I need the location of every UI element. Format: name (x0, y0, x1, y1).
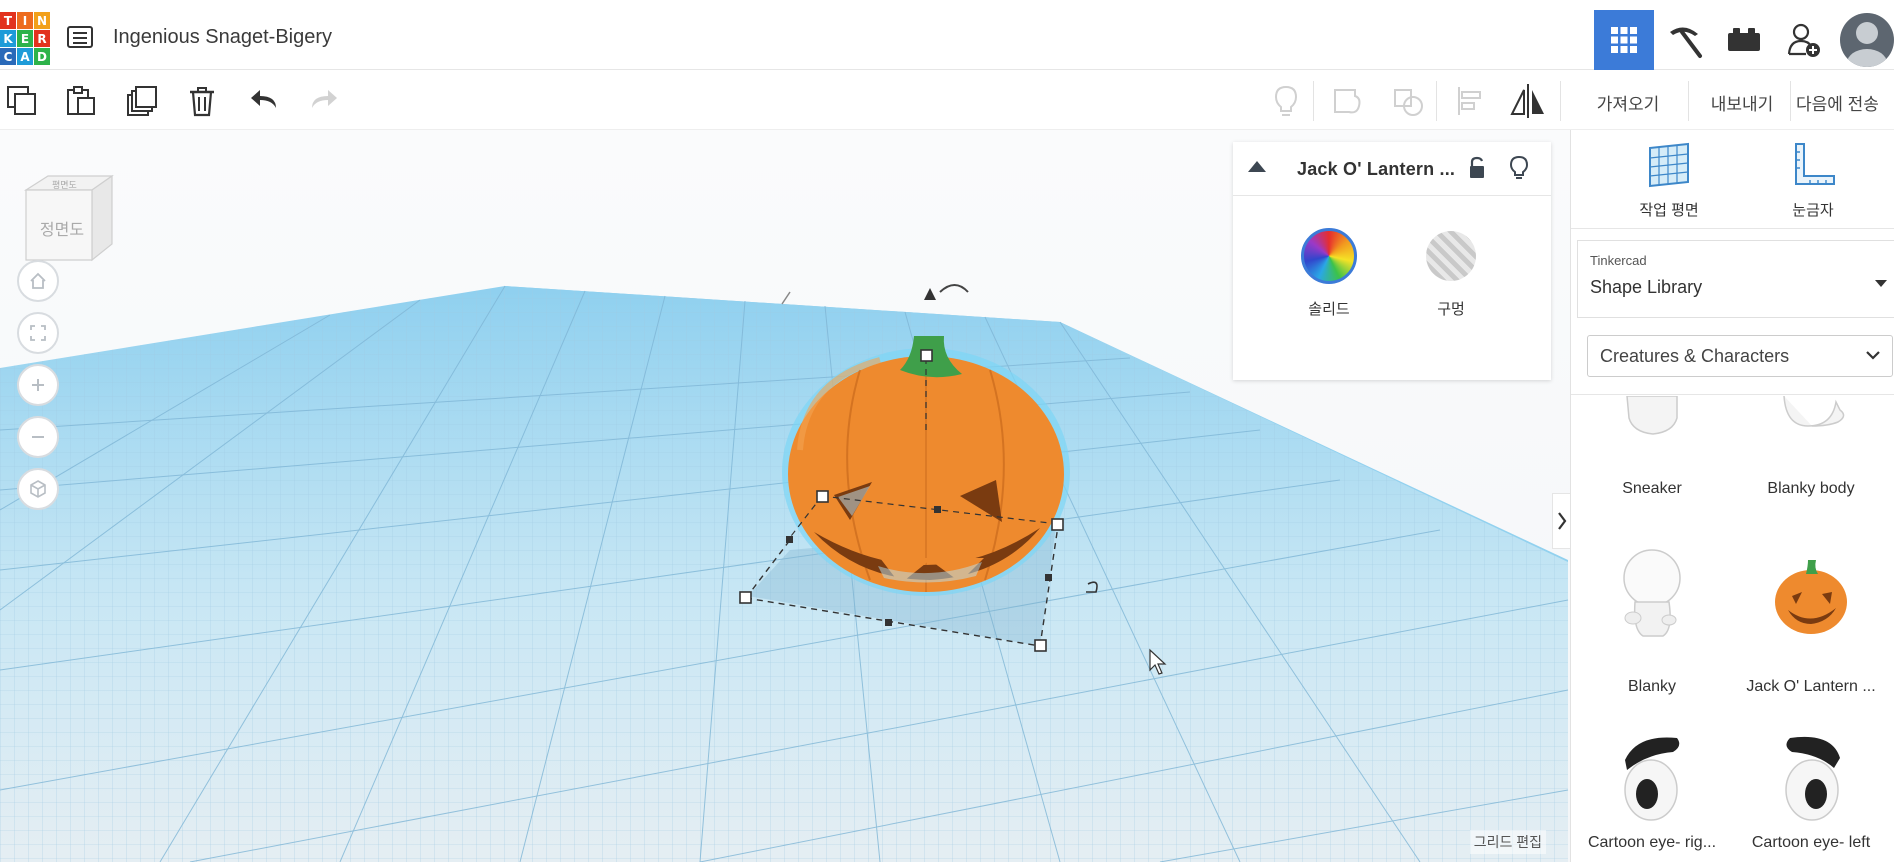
inspector-header: Jack O' Lantern ... (1233, 142, 1551, 196)
bricks-icon[interactable] (1714, 10, 1774, 70)
view-cube-top-label: 평면도 (52, 180, 77, 190)
top-nav (1594, 10, 1894, 70)
ruler-icon (1795, 143, 1835, 185)
shape-label: Sneaker (1622, 480, 1682, 497)
logo-letter: D (34, 48, 50, 65)
edit-toolbar: 가져오기 내보내기 다음에 전송 (0, 71, 1894, 130)
toolbar-divider (1688, 81, 1689, 121)
copy-icon[interactable] (2, 81, 42, 121)
logo-letter: T (0, 12, 16, 29)
mirror-icon[interactable] (1508, 81, 1548, 121)
ruler-tool[interactable]: 눈금자 (1753, 142, 1873, 220)
fit-view-button[interactable] (17, 312, 59, 354)
lightbulb-icon[interactable] (1509, 155, 1529, 186)
avatar[interactable] (1840, 13, 1894, 67)
library-provider: Tinkercad (1590, 253, 1647, 268)
solid-label: 솔리드 (1308, 301, 1350, 318)
shape-item-jack-o-lantern[interactable]: Jack O' Lantern ... (1736, 538, 1886, 718)
group-icon[interactable] (1328, 81, 1368, 121)
align-icon[interactable] (1451, 81, 1491, 121)
redo-icon[interactable] (303, 81, 343, 121)
shape-label: Cartoon eye- rig... (1587, 834, 1717, 851)
send-to-button[interactable]: 다음에 전송 (1796, 85, 1894, 119)
ruler-label: 눈금자 (1792, 202, 1834, 219)
cartoon-eye-left-shape (1785, 736, 1840, 821)
edit-grid-button[interactable]: 그리드 편집 (1469, 830, 1546, 854)
shape-item-blanky[interactable]: Blanky (1577, 538, 1727, 718)
view-cube[interactable]: 평면도 정면도 (20, 168, 116, 264)
delete-icon[interactable] (182, 81, 222, 121)
view-cube-front-label: 정면도 (39, 222, 85, 239)
hole-swatch[interactable] (1426, 231, 1476, 281)
shape-label: Jack O' Lantern ... (1746, 678, 1876, 695)
logo-letter: A (17, 48, 33, 65)
workplane-label: 작업 평면 (1639, 202, 1699, 219)
panel-divider (1571, 394, 1894, 395)
home-view-button[interactable] (17, 260, 59, 302)
import-button[interactable]: 가져오기 (1580, 85, 1676, 119)
duplicate-icon[interactable] (122, 81, 162, 121)
inspector-title: Jack O' Lantern ... (1297, 159, 1456, 179)
shape-library-select[interactable]: Tinkercad Shape Library (1577, 240, 1894, 318)
hole-label: 구멍 (1437, 301, 1465, 318)
paste-icon[interactable] (61, 81, 101, 121)
solid-color-swatch[interactable] (1301, 228, 1357, 284)
design-title[interactable]: Ingenious Snaget-Bigery (113, 26, 332, 49)
toolbar-divider (1313, 81, 1314, 121)
blanky-shape (1623, 549, 1681, 637)
lightbulb-icon[interactable] (1266, 81, 1306, 121)
rotate-handle[interactable] (924, 288, 936, 300)
shape-label: Blanky body (1767, 480, 1855, 497)
shape-inspector: Jack O' Lantern ... 솔리드 구멍 (1233, 142, 1551, 380)
shape-label: Blanky (1627, 678, 1677, 695)
shape-item-sneaker[interactable]: Sneaker (1577, 395, 1727, 546)
library-name: Shape Library (1590, 277, 1703, 297)
design-list-icon[interactable] (67, 26, 93, 48)
shape-item-blanky-body[interactable]: Blanky body (1736, 395, 1886, 546)
toolbar-divider (1790, 81, 1791, 121)
pickaxe-icon[interactable] (1654, 10, 1714, 70)
workplane-icon (1649, 142, 1689, 188)
panel-divider (1571, 228, 1894, 229)
category-dropdown[interactable]: Creatures & Characters (1587, 335, 1893, 377)
logo-letter: E (17, 30, 33, 47)
workplane-tool[interactable]: 작업 평면 (1609, 142, 1729, 220)
logo-letter: N (34, 12, 50, 29)
logo-letter: K (0, 30, 16, 47)
shape-item-cartoon-eye-right[interactable]: Cartoon eye- rig... (1577, 724, 1727, 862)
unlock-icon[interactable] (1467, 156, 1487, 185)
collapse-panel-arrow[interactable] (1552, 493, 1570, 549)
toolbar-divider (1436, 81, 1437, 121)
category-name: Creatures & Characters (1600, 346, 1790, 366)
logo-letter: I (17, 12, 33, 29)
cartoon-eye-right-shape (1624, 737, 1680, 821)
export-button[interactable]: 내보내기 (1694, 85, 1790, 119)
3d-design-grid-icon[interactable] (1594, 10, 1654, 70)
top-bar: T I N K E R C A D Ingenious Snaget-Biger… (0, 0, 1894, 70)
undo-icon[interactable] (245, 81, 285, 121)
shape-item-cartoon-eye-left[interactable]: Cartoon eye- left (1736, 724, 1886, 862)
perspective-toggle-button[interactable] (17, 468, 59, 510)
logo-letter: C (0, 48, 16, 65)
tinkercad-app: T I N K E R C A D Ingenious Snaget-Biger… (0, 0, 1894, 862)
zoom-out-button[interactable] (17, 416, 59, 458)
add-user-icon[interactable] (1774, 10, 1834, 70)
toolbar-divider (1560, 81, 1561, 121)
collapse-caret-icon[interactable] (1248, 161, 1266, 172)
zoom-in-button[interactable] (17, 364, 59, 406)
shape-label: Cartoon eye- left (1751, 834, 1871, 851)
caret-down-icon (1875, 280, 1887, 287)
right-panel: 작업 평면 눈금자 Tinkercad Shape Library Creatu… (1570, 130, 1894, 862)
ungroup-icon[interactable] (1388, 81, 1428, 121)
logo-letter: R (34, 30, 50, 47)
chevron-down-icon (1862, 344, 1884, 371)
pumpkin-shape (1775, 560, 1847, 634)
tinkercad-logo[interactable]: T I N K E R C A D (0, 12, 50, 66)
